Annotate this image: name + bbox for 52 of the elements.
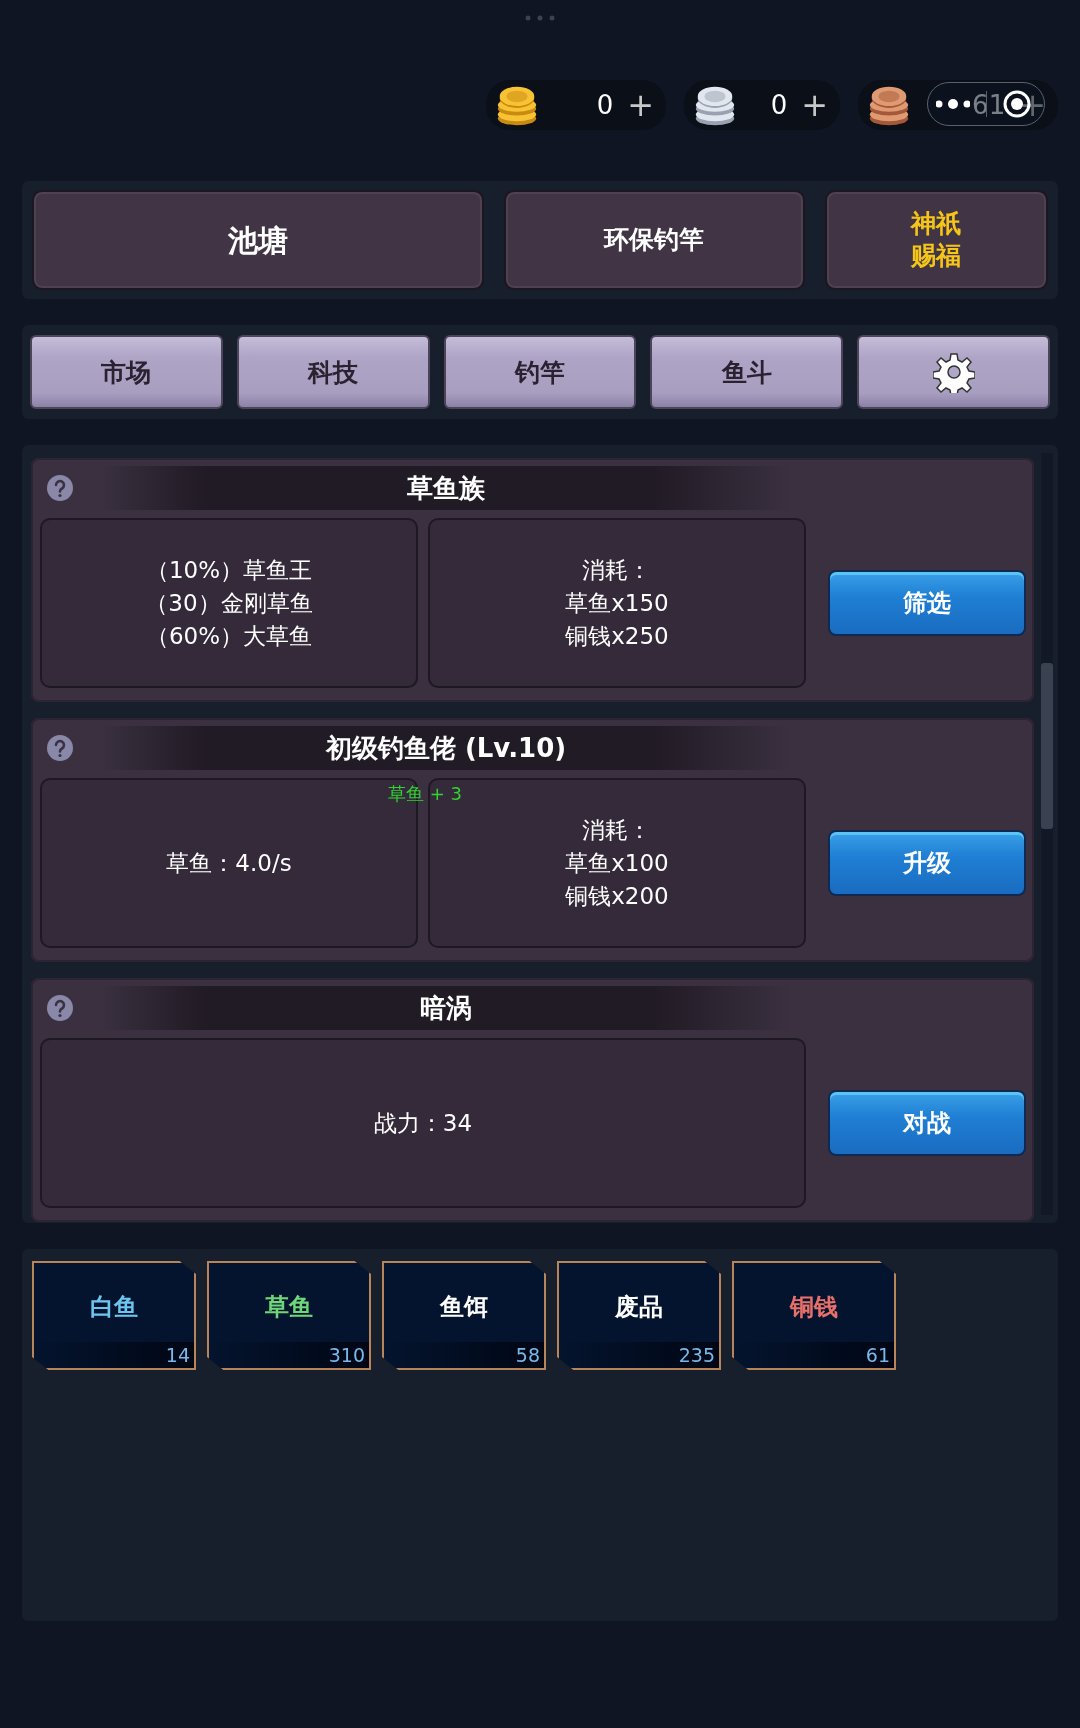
inventory-slot[interactable]: 草鱼 310 [207,1261,371,1370]
help-icon[interactable] [47,995,73,1021]
action-button[interactable]: 对战 [828,1090,1026,1156]
action-button[interactable]: 升级 [828,830,1026,896]
item-count: 58 [515,1344,540,1366]
handle-icon [525,15,555,21]
currency-amount: 0 [596,90,615,120]
menu-button[interactable]: 环保钓竿 [504,190,805,290]
card-title: 初级钓鱼佬 (Lv.10) [325,731,567,765]
nav-button[interactable]: 钓竿 [443,335,637,409]
item-name: 废品 [615,1291,663,1323]
nav-button[interactable]: 科技 [236,335,430,409]
more-icon[interactable] [936,98,970,110]
item-count: 61 [865,1344,890,1366]
info-text: 铜钱x250 [565,621,669,651]
inventory-slot[interactable]: 鱼饵 58 [382,1261,546,1370]
settings-icon [932,351,975,393]
scrollbar[interactable] [1041,663,1053,829]
card-title: 草鱼族 [407,471,485,505]
menu-button[interactable]: 神祇 赐福 [824,190,1048,290]
inventory-slot[interactable]: 铜钱 61 [732,1261,896,1370]
item-count: 235 [678,1344,715,1366]
info-text: 消耗： [582,555,652,585]
menu-button[interactable]: 池塘 [32,190,484,290]
gain-popup-text: 草鱼 + 3 [388,782,462,806]
item-name: 鱼饵 [440,1291,488,1323]
add-button[interactable]: + [797,89,832,121]
info-text: （10%）草鱼王 [145,555,313,585]
inventory-slot[interactable]: 白鱼 14 [32,1261,196,1370]
card-title: 暗涡 [420,991,472,1025]
currency-amount: 0 [770,90,789,120]
add-button[interactable]: + [623,89,658,121]
item-name: 白鱼 [90,1291,138,1323]
info-text: 草鱼x100 [565,848,669,878]
item-count: 14 [165,1344,190,1366]
settings-button[interactable] [857,335,1050,409]
nav-button[interactable]: 市场 [30,335,223,409]
info-text: （30）金刚草鱼 [145,588,313,618]
inventory-slot[interactable]: 废品 235 [557,1261,721,1370]
info-text: （60%）大草鱼 [145,621,313,651]
action-button[interactable]: 筛选 [828,570,1026,636]
item-name: 草鱼 [265,1291,313,1323]
info-text: 战力：34 [373,1108,473,1138]
info-text: 草鱼：4.0/s [166,848,292,878]
info-text: 铜钱x200 [565,881,669,911]
info-text: 消耗： [582,815,652,845]
nav-button[interactable]: 鱼斗 [650,335,844,409]
info-text: 草鱼x150 [565,588,669,618]
item-name: 铜钱 [790,1291,838,1323]
help-icon[interactable] [47,475,73,501]
item-count: 310 [328,1344,365,1366]
help-icon[interactable] [47,735,73,761]
